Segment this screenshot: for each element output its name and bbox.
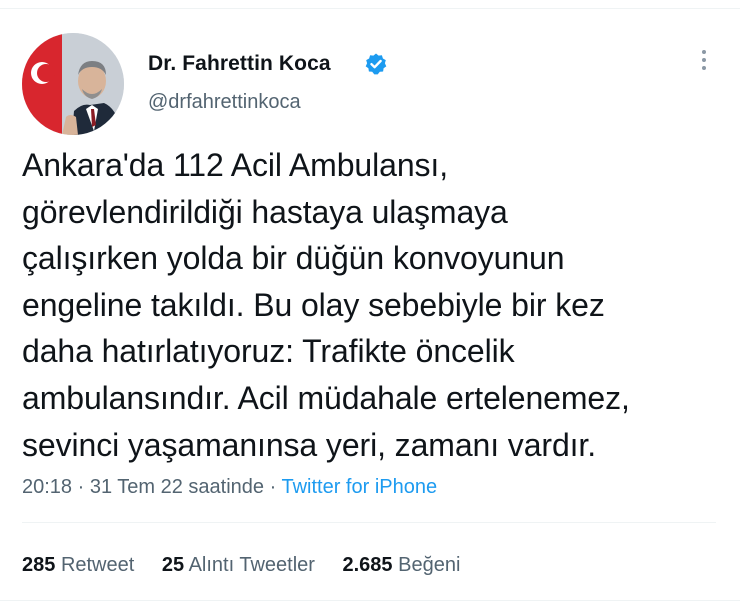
tweet-meta: 20:18 · 31 Tem 22 saatinde · Twitter for… xyxy=(22,476,437,499)
more-options-icon[interactable] xyxy=(696,50,712,76)
author-handle[interactable]: @drfahrettinkoca xyxy=(148,91,301,114)
retweets-count: 285 xyxy=(22,554,56,576)
quotes-stat[interactable]: 25 Alıntı Tweetler xyxy=(162,554,315,576)
retweets-stat[interactable]: 285 Retweet xyxy=(22,554,134,576)
top-divider xyxy=(0,8,740,9)
stats-divider xyxy=(22,522,716,523)
verified-badge-icon xyxy=(365,53,387,75)
engagement-stats: 285 Retweet 25 Alıntı Tweetler 2.685 Beğ… xyxy=(22,554,482,577)
meta-separator: · xyxy=(72,476,90,498)
tweet-date[interactable]: 31 Tem 22 saatinde xyxy=(90,476,264,498)
tweet-time[interactable]: 20:18 xyxy=(22,476,72,498)
meta-separator: · xyxy=(264,476,282,498)
likes-stat[interactable]: 2.685 Beğeni xyxy=(343,554,461,576)
profile-photo-icon xyxy=(22,33,124,135)
quotes-label: Alıntı Tweetler xyxy=(188,554,315,576)
likes-count: 2.685 xyxy=(342,554,393,576)
tweet-source-link[interactable]: Twitter for iPhone xyxy=(281,476,437,498)
author-name[interactable]: Dr. Fahrettin Koca xyxy=(148,52,331,76)
bottom-divider xyxy=(0,600,740,601)
retweets-label: Retweet xyxy=(60,554,135,576)
quotes-count: 25 xyxy=(161,554,185,576)
likes-label: Beğeni xyxy=(398,554,461,576)
tweet-text: Ankara'da 112 Acil Ambulansı, görevlendi… xyxy=(22,147,630,463)
avatar[interactable] xyxy=(22,33,124,135)
